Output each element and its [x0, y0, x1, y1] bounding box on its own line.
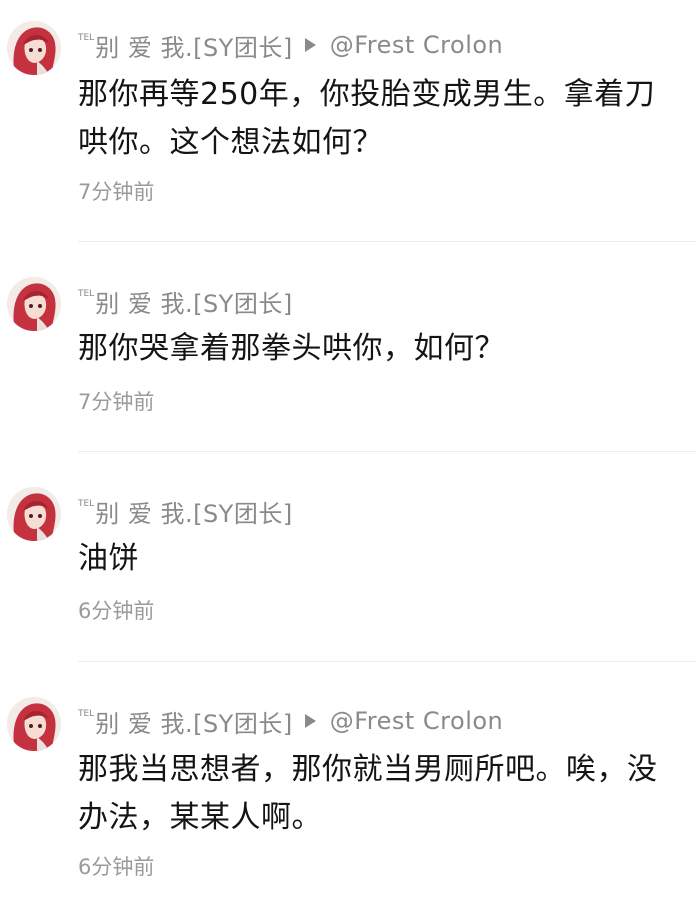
comment-text: 那我当思想者，那你就当男厕所吧。唉，没办法，某某人啊。 [78, 752, 658, 835]
comment-text: 那你哭拿着那拳头哄你，如何？ [78, 331, 505, 366]
timestamp: 6分钟前 [78, 599, 155, 623]
divider [78, 451, 697, 452]
timestamp: 6分钟前 [78, 855, 155, 879]
username-line: TEL 别 爱 我.[SY团长] @Frest Crolon [78, 704, 503, 738]
play-triangle-icon [304, 38, 316, 52]
comment-text: 油饼 [78, 541, 139, 576]
avatar[interactable] [7, 697, 61, 751]
avatar[interactable] [7, 21, 61, 75]
tel-badge: TEL [78, 709, 95, 719]
play-triangle-icon [304, 714, 316, 728]
username-line: TEL 别 爱 我.[SY团长] @Frest Crolon [78, 28, 503, 62]
username[interactable]: 别 爱 我.[SY团长] [95, 284, 293, 319]
tel-badge: TEL [78, 33, 95, 43]
username[interactable]: 别 爱 我.[SY团长] [95, 704, 293, 739]
tel-badge: TEL [78, 289, 95, 299]
divider [78, 661, 697, 662]
avatar[interactable] [7, 487, 61, 541]
username[interactable]: 别 爱 我.[SY团长] [95, 28, 293, 63]
username-line: TEL 别 爱 我.[SY团长] [78, 284, 293, 318]
timestamp: 7分钟前 [78, 390, 155, 414]
comment-text: 那你再等250年，你投胎变成男生。拿着刀哄你。这个想法如何？ [78, 77, 656, 160]
reply-target[interactable]: @Frest Crolon [330, 31, 504, 59]
divider [78, 241, 697, 242]
username[interactable]: 别 爱 我.[SY团长] [95, 494, 293, 529]
comment-item[interactable]: TEL 别 爱 我.[SY团长] @Frest Crolon 那你再等250年，… [0, 0, 697, 242]
tel-badge: TEL [78, 499, 95, 509]
avatar[interactable] [7, 277, 61, 331]
reply-target[interactable]: @Frest Crolon [330, 707, 504, 735]
username-line: TEL 别 爱 我.[SY团长] [78, 494, 293, 528]
timestamp: 7分钟前 [78, 180, 155, 204]
